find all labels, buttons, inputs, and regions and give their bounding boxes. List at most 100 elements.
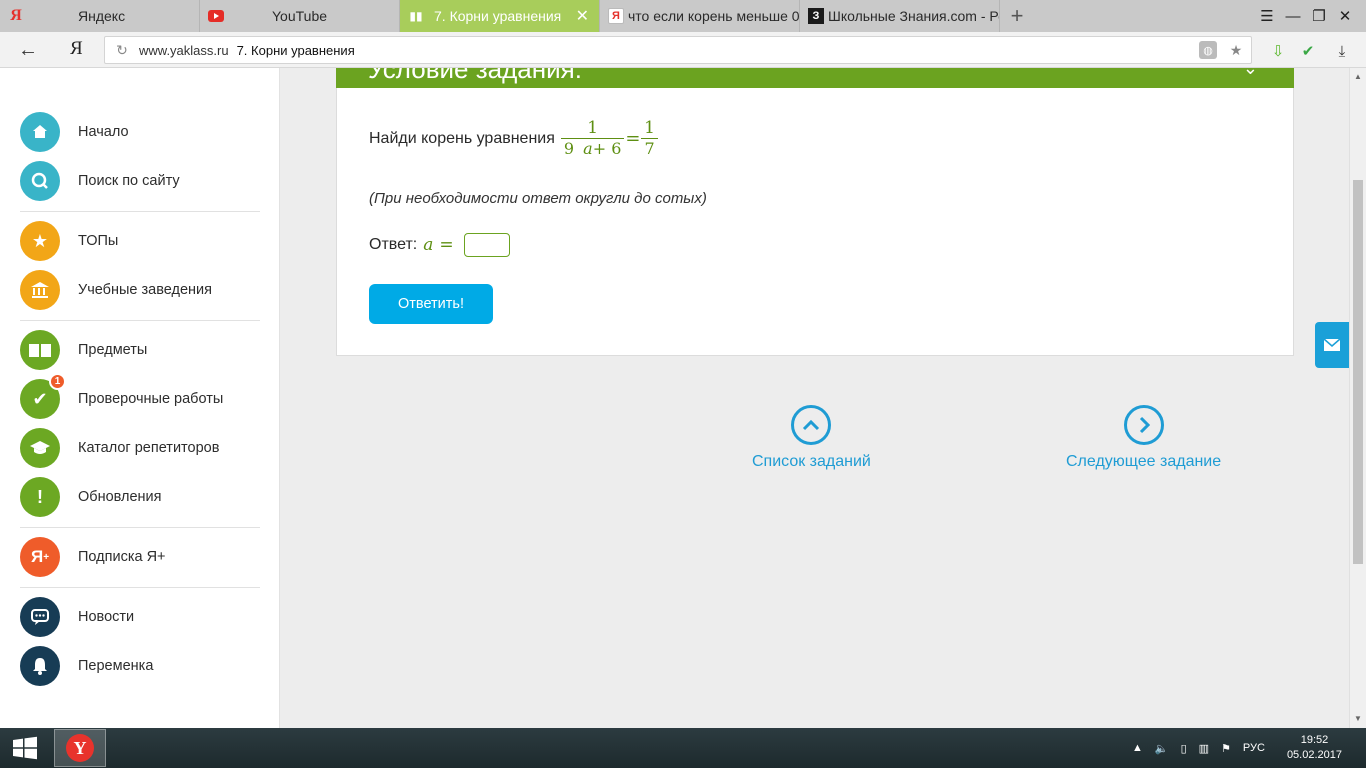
downloads-icon[interactable]: ⤓: [1331, 40, 1353, 62]
collapse-icon[interactable]: ⌄: [1243, 68, 1258, 79]
bookmark-star-icon[interactable]: ★: [1227, 41, 1245, 59]
equation-left-fraction: 1 9 a+ 6: [560, 118, 625, 159]
tab-korni-uravneniya[interactable]: ▮▮ 7. Корни уравнения ✕: [400, 0, 600, 32]
sidebar-item-label: Проверочные работы: [78, 391, 224, 407]
sidebar-item-institutions[interactable]: Учебные заведения: [20, 270, 212, 310]
sidebar-item-news[interactable]: Новости: [20, 597, 134, 637]
scroll-down-arrow-icon[interactable]: ▼: [1354, 714, 1362, 723]
tab-title: Школьные Знания.com - Ре: [828, 8, 1000, 24]
new-tab-button[interactable]: +: [1000, 0, 1034, 32]
ya-plus-icon: Я +: [20, 537, 60, 577]
book-icon: ▮▮: [409, 9, 423, 23]
variable: a: [583, 139, 593, 158]
tab-youtube[interactable]: YouTube: [200, 0, 400, 32]
close-window-icon[interactable]: ✕: [1332, 0, 1358, 32]
task-list-link[interactable]: Список заданий: [752, 405, 871, 471]
sidebar-item-tests[interactable]: ✔ 1 Проверочные работы: [20, 373, 224, 419]
denominator: 7: [644, 139, 655, 158]
download-extension-icon[interactable]: ⇩: [1267, 40, 1289, 62]
sidebar-divider: [20, 211, 260, 212]
sidebar-divider: [20, 587, 260, 588]
yandex-logo-button[interactable]: Я: [70, 38, 83, 60]
sidebar-item-search[interactable]: Поиск по сайту: [20, 161, 180, 201]
mail-icon: [1323, 338, 1341, 351]
yandex-browser-icon: Y: [66, 734, 94, 762]
sidebar-item-subscription[interactable]: Я + Подписка Я+: [20, 537, 166, 577]
answer-variable: a: [423, 235, 434, 255]
next-task-label: Следующее задание: [1066, 453, 1222, 470]
book-open-icon: [20, 330, 60, 370]
minimize-icon[interactable]: —: [1280, 0, 1306, 32]
question-text: Найди корень уравнения: [369, 129, 555, 147]
answer-equals: =: [439, 235, 454, 255]
chevron-up-icon: [791, 405, 832, 445]
chevron-right-icon: [1123, 405, 1164, 445]
protect-shield-icon[interactable]: ✔: [1297, 40, 1319, 62]
language-indicator[interactable]: РУС: [1243, 742, 1265, 754]
battery-icon[interactable]: ▯: [1181, 742, 1187, 755]
sidebar-item-subjects[interactable]: Предметы: [20, 330, 147, 370]
restore-icon[interactable]: ❐: [1306, 0, 1332, 32]
clock[interactable]: 19:52 05.02.2017: [1281, 733, 1348, 763]
url-host: www.yaklass.ru: [139, 42, 229, 58]
browser-tab-bar: Я Яндекс YouTube ▮▮ 7. Корни уравнения ✕…: [0, 0, 1366, 32]
scroll-up-arrow-icon[interactable]: ▲: [1354, 72, 1362, 81]
bell-icon: [20, 646, 60, 686]
equals-sign: =: [625, 128, 641, 149]
sidebar-item-tops[interactable]: ★ ТОПы: [20, 221, 118, 261]
answer-input[interactable]: [463, 233, 510, 257]
reload-icon[interactable]: ↻: [105, 42, 139, 59]
page-scrollbar[interactable]: ▲ ▼: [1349, 68, 1366, 728]
sidebar-divider: [20, 527, 260, 528]
tab-shkolnye-znaniya[interactable]: З Школьные Знания.com - Ре: [800, 0, 1000, 32]
translate-icon[interactable]: ◍: [1199, 41, 1217, 59]
menu-icon[interactable]: ☰: [1254, 0, 1280, 32]
task-question: Найди корень уравнения 1 9 a+ 6 = 1 7: [369, 118, 658, 159]
exclamation-icon: !: [20, 477, 60, 517]
search-icon: [20, 161, 60, 201]
sidebar-item-updates[interactable]: ! Обновления: [20, 477, 162, 517]
denominator-rest: + 6: [592, 139, 622, 158]
rounding-hint: (При необходимости ответ округли до соты…: [369, 190, 707, 207]
windows-logo-icon: [13, 736, 37, 760]
sidebar-item-tutors[interactable]: Каталог репетиторов: [20, 428, 219, 468]
yandex-icon: Я: [608, 8, 624, 24]
sidebar-item-label: ТОПы: [78, 233, 119, 249]
network-icon[interactable]: ▥: [1199, 742, 1209, 755]
institution-icon: [20, 270, 60, 310]
tab-yandex[interactable]: Я Яндекс: [0, 0, 200, 32]
sidebar-item-label: Поиск по сайту: [78, 173, 180, 189]
numerator: 1: [644, 118, 655, 138]
tab-title: что если корень меньше 0: [628, 8, 800, 24]
yandex-browser-taskbar-button[interactable]: Y: [54, 729, 106, 767]
action-center-flag-icon[interactable]: ⚑: [1221, 742, 1231, 755]
next-task-link[interactable]: Следующее задание: [1066, 405, 1221, 471]
chat-icon: [20, 597, 60, 637]
tab-koren-menshe[interactable]: Я что если корень меньше 0: [600, 0, 800, 32]
sidebar-item-label: Новости: [78, 609, 135, 625]
back-arrow-icon[interactable]: ←: [18, 39, 38, 62]
answer-label: Ответ:: [369, 236, 418, 253]
sidebar-item-label: Переменка: [78, 658, 154, 674]
feedback-mail-button[interactable]: [1315, 322, 1349, 368]
address-bar-row: ← Я ↻ www.yaklass.ru 7. Корни уравнения …: [0, 32, 1366, 68]
close-tab-icon[interactable]: ✕: [576, 6, 589, 26]
task-header-title: Условие задания:: [368, 68, 582, 84]
sidebar: Начало Поиск по сайту ★ ТОПы Учебные зав…: [0, 68, 280, 728]
scroll-thumb[interactable]: [1353, 180, 1363, 564]
sidebar-item-home[interactable]: Начало: [20, 112, 129, 152]
address-bar-icons: ◍ ★: [1199, 41, 1245, 59]
submit-answer-button[interactable]: Ответить!: [369, 284, 493, 324]
youtube-icon: [208, 10, 224, 22]
task-list-label: Список заданий: [752, 453, 871, 470]
address-bar[interactable]: ↻ www.yaklass.ru 7. Корни уравнения ◍ ★: [104, 36, 1252, 64]
sidebar-item-break[interactable]: Переменка: [20, 646, 153, 686]
yandex-icon: Я: [10, 7, 22, 24]
volume-icon[interactable]: 🔈: [1155, 742, 1169, 755]
task-header: Условие задания: ⌄: [336, 68, 1294, 88]
url-page-title: 7. Корни уравнения: [236, 42, 355, 58]
show-hidden-icons-icon[interactable]: ▲: [1132, 742, 1143, 754]
sidebar-item-label: Каталог репетиторов: [78, 440, 220, 456]
windows-start-button[interactable]: [0, 728, 50, 768]
graduation-cap-icon: [20, 428, 60, 468]
